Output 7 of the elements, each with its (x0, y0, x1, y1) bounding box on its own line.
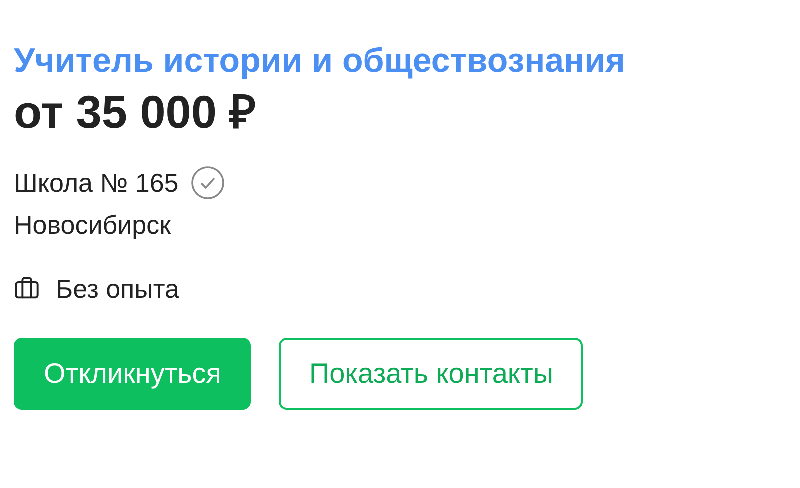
experience: Без опыта (56, 273, 180, 306)
vacancy-title[interactable]: Учитель истории и обществознания (14, 40, 800, 82)
employer-name[interactable]: Школа № 165 (14, 166, 179, 200)
city: Новосибирск (14, 209, 172, 242)
salary: от 35 000 ₽ (14, 85, 258, 140)
contacts-button[interactable]: Показать контакты (279, 338, 584, 410)
respond-button[interactable]: Откликнуться (14, 338, 252, 410)
